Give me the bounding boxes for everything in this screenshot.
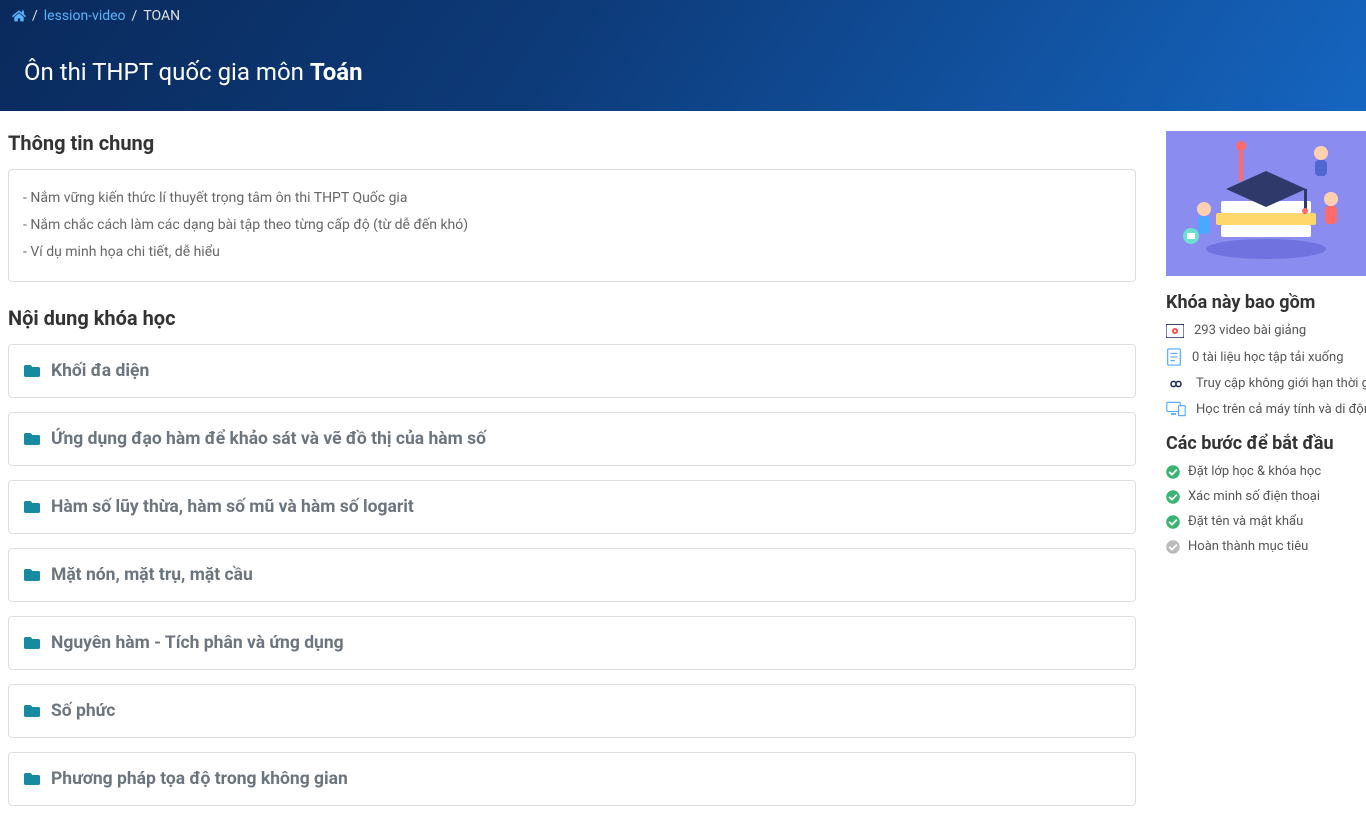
step-label: Hoàn thành mục tiêu (1188, 539, 1308, 554)
breadcrumb-current: TOAN (143, 8, 180, 24)
chapter-title: Khối đa diện (51, 361, 149, 381)
page-title-prefix: Ôn thi THPT quốc gia môn (24, 58, 310, 86)
step-item[interactable]: Đặt lớp học & khóa học (1166, 464, 1366, 479)
folder-icon (23, 703, 41, 719)
chapter-title: Phương pháp tọa độ trong không gian (51, 769, 348, 789)
include-label: Học trên cả máy tính và di động (1196, 402, 1366, 417)
check-circle-icon (1166, 515, 1180, 529)
chapter-item[interactable]: Ứng dụng đạo hàm để khảo sát và vẽ đồ th… (8, 412, 1136, 466)
section-title-course-content: Nội dung khóa học (8, 306, 1136, 330)
folder-icon (23, 567, 41, 583)
main-content: Thông tin chung - Nắm vững kiến thức lí … (8, 131, 1136, 820)
breadcrumb-separator: / (32, 8, 38, 24)
info-line: - Ví dụ minh họa chi tiết, dễ hiểu (23, 242, 1121, 263)
check-circle-icon (1166, 465, 1180, 479)
chapter-title: Mặt nón, mặt trụ, mặt cầu (51, 565, 253, 585)
chapter-item[interactable]: Nguyên hàm - Tích phân và ứng dụng (8, 616, 1136, 670)
chapter-item[interactable]: Khối đa diện (8, 344, 1136, 398)
folder-icon (23, 499, 41, 515)
step-label: Xác minh số điện thoại (1188, 489, 1320, 504)
course-illustration (1166, 131, 1366, 276)
include-label: 0 tài liệu học tập tải xuống (1192, 350, 1344, 365)
general-info-box: - Nắm vững kiến thức lí thuyết trọng tâm… (8, 169, 1136, 282)
check-circle-icon (1166, 540, 1180, 554)
include-item-document: 0 tài liệu học tập tải xuống (1166, 348, 1366, 366)
breadcrumb-separator: / (132, 8, 138, 24)
folder-icon (23, 635, 41, 651)
include-item-unlimited: Truy cập không giới hạn thời gian (1166, 376, 1366, 391)
chapter-title: Nguyên hàm - Tích phân và ứng dụng (51, 633, 344, 653)
info-line: - Nắm chắc cách làm các dạng bài tập the… (23, 215, 1121, 236)
document-icon (1166, 348, 1182, 366)
include-item-video: 293 video bài giảng (1166, 323, 1366, 338)
chapter-item[interactable]: Phương pháp tọa độ trong không gian (8, 752, 1136, 806)
video-icon (1166, 324, 1184, 338)
step-item[interactable]: Hoàn thành mục tiêu (1166, 539, 1366, 554)
steps-list: Đặt lớp học & khóa học Xác minh số điện t… (1166, 464, 1366, 554)
step-label: Đặt lớp học & khóa học (1188, 464, 1321, 479)
chapter-title: Số phức (51, 701, 115, 721)
folder-icon (23, 431, 41, 447)
home-icon (12, 9, 26, 23)
page-title-subject: Toán (310, 58, 363, 86)
include-label: 293 video bài giảng (1194, 323, 1306, 338)
folder-icon (23, 363, 41, 379)
section-title-general-info: Thông tin chung (8, 131, 1136, 155)
chapter-item[interactable]: Hàm số lũy thừa, hàm số mũ và hàm số log… (8, 480, 1136, 534)
breadcrumb-home[interactable] (12, 8, 26, 24)
include-label: Truy cập không giới hạn thời gian (1196, 376, 1366, 391)
step-item[interactable]: Đặt tên và mật khẩu (1166, 514, 1366, 529)
chapter-item[interactable]: Mặt nón, mặt trụ, mặt cầu (8, 548, 1136, 602)
folder-icon (23, 771, 41, 787)
chapter-title: Ứng dụng đạo hàm để khảo sát và vẽ đồ th… (51, 429, 486, 449)
device-icon (1166, 401, 1186, 417)
chapter-list: Khối đa diện Ứng dụng đạo hàm để khảo sát… (8, 344, 1136, 806)
info-line: - Nắm vững kiến thức lí thuyết trọng tâm… (23, 188, 1121, 209)
sidebar: Khóa này bao gồm 293 video bài giảng 0 t… (1166, 131, 1366, 820)
step-item[interactable]: Xác minh số điện thoại (1166, 489, 1366, 504)
chapter-item[interactable]: Số phức (8, 684, 1136, 738)
breadcrumb: / lession-video / TOAN (0, 0, 1366, 24)
sidebar-includes-title: Khóa này bao gồm (1166, 292, 1366, 313)
page-title: Ôn thi THPT quốc gia môn Toán (0, 24, 1366, 86)
step-label: Đặt tên và mật khẩu (1188, 514, 1303, 529)
chapter-title: Hàm số lũy thừa, hàm số mũ và hàm số log… (51, 497, 414, 517)
breadcrumb-link-lession-video[interactable]: lession-video (44, 8, 126, 24)
page-banner: / lession-video / TOAN Ôn thi THPT quốc … (0, 0, 1366, 111)
infinity-icon (1166, 378, 1186, 390)
sidebar-steps-title: Các bước để bắt đầu (1166, 433, 1366, 454)
check-circle-icon (1166, 490, 1180, 504)
include-item-devices: Học trên cả máy tính và di động (1166, 401, 1366, 417)
